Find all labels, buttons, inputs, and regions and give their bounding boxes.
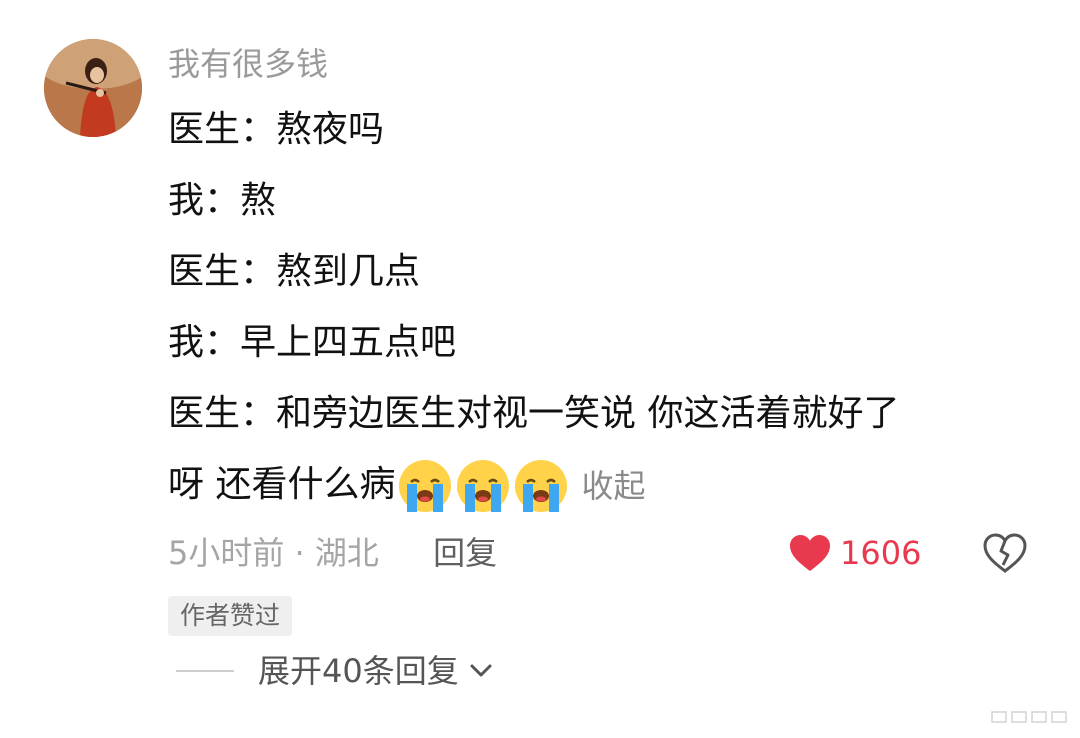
comment-card: 我有很多钱 医生：熬夜吗 我：熬 医生：熬到几点 我：早上四五点吧 医生：和旁边…	[0, 0, 1080, 738]
expand-replies-label: 展开40条回复	[258, 652, 459, 690]
divider	[176, 670, 234, 672]
collapse-link[interactable]: 收起	[581, 467, 645, 505]
like-button[interactable]: 1606	[788, 530, 921, 576]
author-liked-badge: 作者赞过	[168, 596, 293, 636]
comment-content: 医生：熬夜吗 我：熬 医生：熬到几点 我：早上四五点吧 医生：和旁边医生对视一笑…	[168, 94, 1028, 520]
loudly-crying-face-icon	[515, 460, 568, 512]
comment-line: 医生：和旁边医生对视一笑说 你这活着就好了	[168, 393, 900, 434]
heart-icon	[790, 535, 830, 571]
comment-line: 呀 还看什么病	[168, 464, 396, 505]
comment-line: 医生：熬到几点	[168, 251, 421, 292]
comment-line: 医生：熬夜吗	[168, 109, 385, 150]
emoji-group	[397, 458, 571, 514]
loudly-crying-face-icon	[457, 460, 510, 512]
like-count: 1606	[840, 534, 922, 572]
avatar[interactable]	[44, 39, 142, 137]
loudly-crying-face-icon	[399, 460, 452, 512]
comment-line: 我：早上四五点吧	[168, 322, 457, 363]
meta-separator: ·	[294, 534, 305, 572]
broken-heart-icon[interactable]	[982, 532, 1028, 574]
expand-replies-button[interactable]: 展开40条回复	[176, 648, 495, 694]
timestamp: 5小时前	[168, 534, 285, 572]
avatar-image	[44, 39, 142, 137]
comment-meta: 5小时前 · 湖北 回复	[168, 530, 497, 576]
comment-last-line: 呀 还看什么病 收起	[168, 449, 1028, 520]
reply-button[interactable]: 回复	[433, 534, 497, 572]
chevron-down-icon	[470, 664, 492, 677]
comment-line: 我：熬	[168, 180, 277, 221]
username[interactable]: 我有很多钱	[168, 42, 328, 86]
location: 湖北	[314, 534, 379, 572]
watermark-icon	[991, 711, 1067, 723]
